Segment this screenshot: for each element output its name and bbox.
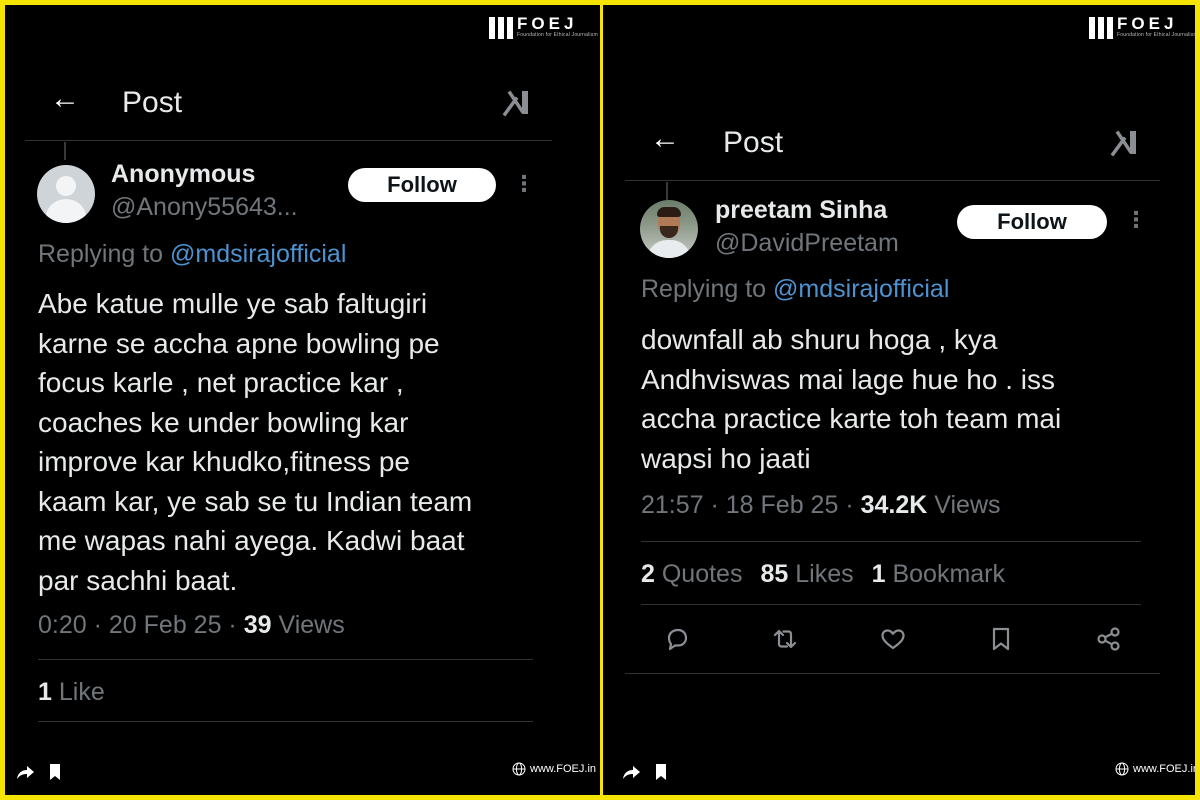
post-body-line: Andhviswas mai lage hue ho . iss	[641, 363, 1055, 395]
follow-button[interactable]: Follow	[348, 168, 496, 202]
bookmark-icon	[656, 764, 666, 780]
footer-icons	[621, 762, 671, 782]
replying-to: Replying to @mdsirajofficial	[641, 275, 950, 303]
action-bar	[663, 625, 1123, 653]
likes-stat[interactable]: 1 Like	[38, 678, 105, 707]
user-display-name[interactable]: preetam Sinha	[715, 196, 887, 225]
post-meta: 0:20 · 20 Feb 25 · 39 Views	[38, 611, 345, 639]
globe-icon	[512, 762, 526, 776]
actions-divider	[625, 673, 1160, 674]
page-title: Post	[723, 126, 784, 159]
mention-link[interactable]: @mdsirajofficial	[170, 240, 346, 268]
more-options-icon[interactable]: ⋮	[513, 173, 535, 195]
post-body-line: par sachhi baat.	[38, 564, 238, 596]
grok-icon[interactable]	[502, 87, 532, 117]
post-meta: 21:57 · 18 Feb 25 · 34.2K Views	[641, 491, 1001, 519]
follow-button[interactable]: Follow	[957, 205, 1107, 239]
stats-divider	[38, 721, 533, 722]
post-body-line: improve kar khudko,fitness pe	[38, 446, 410, 477]
avatar[interactable]	[37, 165, 95, 223]
post-body: Abe katue mulle ye sab faltugiri karne se…	[38, 284, 578, 600]
foej-logo: FOEJ Foundation for Ethical Journalism	[489, 15, 598, 39]
bookmark-icon	[50, 764, 60, 780]
post-body-line: karne se accha apne bowling pe	[38, 327, 440, 359]
page-title: Post	[122, 86, 183, 119]
user-display-name[interactable]: Anonymous	[111, 160, 255, 189]
grok-icon[interactable]	[1110, 127, 1140, 157]
post-body-line: wapsi ho jaati	[641, 442, 811, 474]
bookmark-icon[interactable]	[987, 625, 1015, 653]
post-body-line: downfall ab shuru hoga , kya	[641, 324, 998, 355]
share-arrow-icon	[623, 766, 640, 779]
site-url: www.FOEJ.in	[1115, 762, 1195, 776]
meta-divider	[38, 659, 533, 660]
post-stats: 2 Quotes 85 Likes 1 Bookmark	[641, 560, 1005, 589]
share-icon[interactable]	[1095, 625, 1123, 653]
left-post-panel: FOEJ Foundation for Ethical Journalism ←…	[5, 5, 600, 795]
post-stats: 1 Like	[38, 678, 105, 707]
views-count: 39	[243, 611, 272, 639]
header-divider	[625, 180, 1160, 181]
more-options-icon[interactable]: ⋮	[1125, 209, 1147, 231]
back-arrow-icon[interactable]: ←	[50, 84, 80, 114]
bookmarks-stat[interactable]: 1 Bookmark	[872, 560, 1005, 589]
screenshot-frame: FOEJ Foundation for Ethical Journalism ←…	[5, 5, 1195, 795]
user-handle[interactable]: @DavidPreetam	[715, 229, 899, 258]
stats-divider	[641, 604, 1141, 605]
foej-logo: FOEJ Foundation for Ethical Journalism	[1089, 15, 1195, 39]
mention-link[interactable]: @mdsirajofficial	[773, 275, 949, 303]
header-divider	[25, 140, 552, 141]
thread-connector	[64, 142, 66, 160]
post-body-line: kaam kar, ye sab se tu Indian team	[38, 485, 473, 517]
reply-icon[interactable]	[663, 625, 691, 653]
meta-divider	[641, 541, 1141, 542]
post-body-line: coaches ke under bowling kar	[38, 406, 409, 438]
site-url: www.FOEJ.in	[512, 762, 596, 776]
footer-icons	[15, 762, 65, 782]
right-post-panel: FOEJ Foundation for Ethical Journalism ←…	[603, 5, 1195, 795]
repost-icon[interactable]	[771, 625, 799, 653]
post-body-line: me wapas nahi ayega. Kadwi baat	[38, 525, 465, 556]
post-body: downfall ab shuru hoga , kya Andhviswas m…	[641, 320, 1181, 478]
user-handle[interactable]: @Anony55643...	[111, 193, 298, 222]
quotes-stat[interactable]: 2 Quotes	[641, 560, 742, 589]
likes-stat[interactable]: 85 Likes	[760, 560, 853, 589]
share-arrow-icon	[17, 766, 34, 779]
back-arrow-icon[interactable]: ←	[650, 124, 680, 154]
replying-to: Replying to @mdsirajofficial	[38, 240, 347, 268]
post-body-line: Abe katue mulle ye sab faltugiri	[38, 288, 428, 319]
views-count: 34.2K	[860, 491, 928, 519]
avatar[interactable]	[640, 200, 698, 258]
post-header: ← Post	[5, 70, 600, 130]
like-icon[interactable]	[879, 625, 907, 653]
post-header: ← Post	[603, 110, 1195, 170]
thread-connector	[666, 182, 668, 200]
post-body-line: focus karle , net practice kar ,	[38, 367, 404, 398]
post-body-line: accha practice karte toh team mai	[641, 403, 1062, 434]
globe-icon	[1115, 762, 1129, 776]
